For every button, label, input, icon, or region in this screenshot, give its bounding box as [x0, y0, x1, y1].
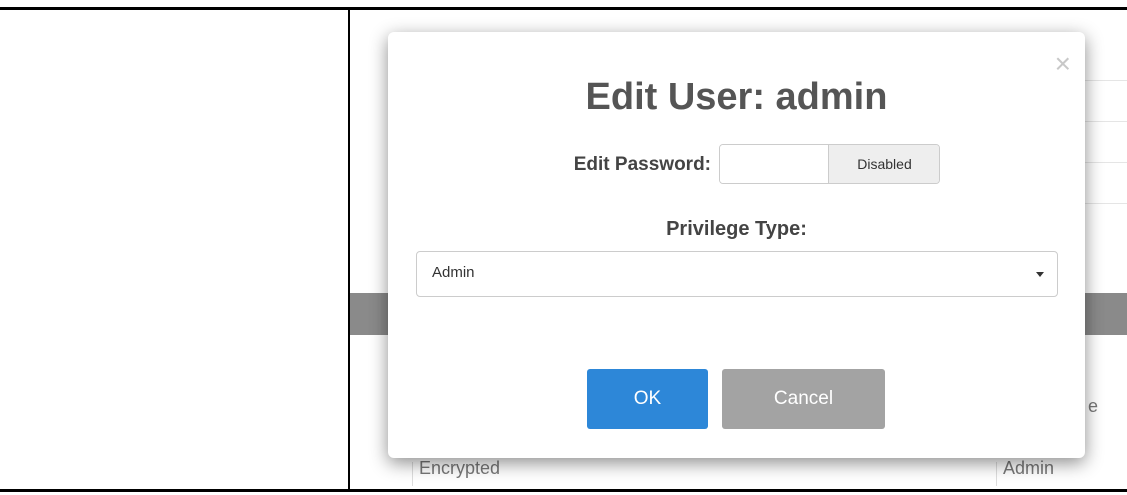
- bottom-border: [0, 489, 1127, 492]
- background-row-line: [1085, 203, 1127, 204]
- background-encryption-cell: Encrypted: [419, 458, 501, 478]
- password-row: Edit Password: Disabled: [388, 144, 1085, 184]
- background-privilege-cell: Admin: [1003, 458, 1055, 478]
- background-cell-separator: [996, 462, 997, 486]
- password-input-group: Disabled: [719, 144, 940, 184]
- ok-button[interactable]: OK: [587, 369, 708, 429]
- privilege-selected-value: Admin: [432, 264, 475, 281]
- privilege-type-select[interactable]: Admin: [416, 251, 1058, 297]
- close-icon[interactable]: ×: [1055, 50, 1071, 78]
- password-label: Edit Password:: [573, 154, 711, 175]
- background-header-fragment: e: [1088, 396, 1099, 416]
- privilege-type-label: Privilege Type:: [666, 218, 807, 240]
- cancel-button[interactable]: Cancel: [722, 369, 885, 429]
- edit-user-dialog: × Edit User: admin Edit Password: Disabl…: [388, 32, 1085, 458]
- dialog-title: Edit User: admin: [585, 76, 888, 118]
- background-row-line: [1085, 121, 1127, 122]
- password-field[interactable]: [720, 145, 828, 183]
- caret-down-icon: [1036, 272, 1044, 277]
- background-row-line: [1085, 80, 1127, 81]
- background-cell-separator: [412, 462, 413, 486]
- background-row-line: [1085, 162, 1127, 163]
- password-toggle-button[interactable]: Disabled: [828, 145, 939, 183]
